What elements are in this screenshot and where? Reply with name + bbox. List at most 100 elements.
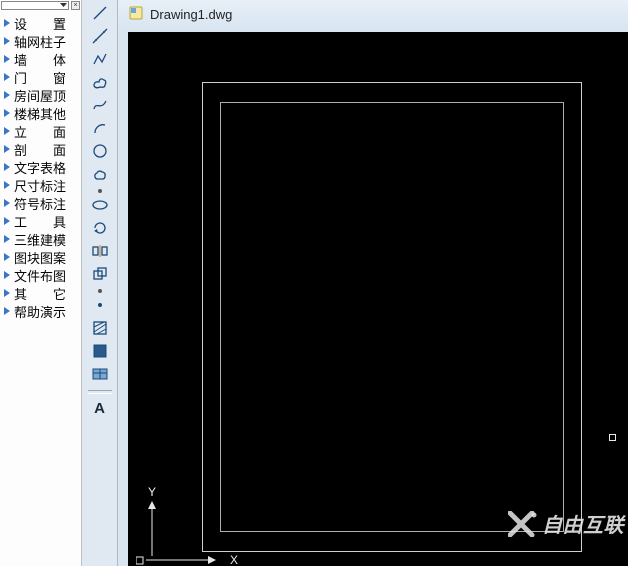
menu-3d-modeling[interactable]: 三维建模 bbox=[0, 230, 81, 248]
menu-help-demo[interactable]: 帮助演示 bbox=[0, 302, 81, 320]
chevron-right-icon bbox=[4, 55, 10, 63]
chevron-right-icon bbox=[4, 199, 10, 207]
watermark-text: 自由互联 bbox=[542, 509, 624, 538]
dwg-file-icon bbox=[128, 5, 144, 24]
panel-close-button[interactable]: × bbox=[71, 1, 80, 10]
arrow-up-icon bbox=[146, 501, 158, 556]
chevron-right-icon bbox=[4, 181, 10, 189]
mirror-icon bbox=[91, 242, 109, 263]
menu-item-label: 三维建模 bbox=[14, 230, 66, 249]
watermark: 自由互联 bbox=[508, 509, 624, 538]
chevron-right-icon bbox=[4, 127, 10, 135]
menu-item-label: 文件布图 bbox=[14, 266, 66, 285]
menu-blocks-patterns[interactable]: 图块图案 bbox=[0, 248, 81, 266]
point-tool[interactable] bbox=[88, 296, 112, 317]
arc-tool[interactable] bbox=[88, 119, 112, 140]
menu-tools[interactable]: 工 具 bbox=[0, 212, 81, 230]
construction-line-tool[interactable] bbox=[88, 27, 112, 48]
mirror-tool[interactable] bbox=[88, 242, 112, 263]
ucs-y-axis: Y bbox=[146, 485, 158, 556]
menu-item-label: 房间屋顶 bbox=[14, 86, 66, 105]
menu-item-label: 墙 体 bbox=[14, 50, 66, 69]
circle-tool[interactable] bbox=[88, 142, 112, 163]
chevron-right-icon bbox=[4, 73, 10, 81]
category-list: 设 置轴网柱子墙 体门 窗房间屋顶楼梯其他立 面剖 面文字表格尺寸标注符号标注工… bbox=[0, 10, 81, 320]
revcloud-icon bbox=[91, 73, 109, 94]
ucs-x-axis: X bbox=[136, 554, 246, 566]
menu-item-label: 工 具 bbox=[14, 212, 66, 231]
panel-header: × bbox=[0, 0, 81, 10]
menu-symbol[interactable]: 符号标注 bbox=[0, 194, 81, 212]
toolbar-separator bbox=[88, 288, 112, 294]
xline-icon bbox=[91, 27, 109, 48]
cloud-icon bbox=[91, 165, 109, 186]
line-icon bbox=[91, 4, 109, 25]
menu-section[interactable]: 剖 面 bbox=[0, 140, 81, 158]
rotate-tool[interactable] bbox=[88, 219, 112, 240]
hatch-icon bbox=[91, 319, 109, 340]
region-tool[interactable] bbox=[88, 342, 112, 363]
main-area: Drawing1.dwg Y X bbox=[118, 0, 628, 566]
menu-walls[interactable]: 墙 体 bbox=[0, 50, 81, 68]
toolbar-separator bbox=[88, 188, 112, 194]
text-tool[interactable]: A bbox=[88, 398, 112, 419]
category-panel: × 设 置轴网柱子墙 体门 窗房间屋顶楼梯其他立 面剖 面文字表格尺寸标注符号标… bbox=[0, 0, 82, 566]
menu-text-table[interactable]: 文字表格 bbox=[0, 158, 81, 176]
menu-item-label: 文字表格 bbox=[14, 158, 66, 177]
chevron-right-icon bbox=[4, 19, 10, 27]
svg-text:X: X bbox=[230, 554, 238, 566]
circle-icon bbox=[91, 142, 109, 163]
menu-file-layout[interactable]: 文件布图 bbox=[0, 266, 81, 284]
polyline-tool[interactable] bbox=[88, 50, 112, 71]
text-icon: A bbox=[94, 401, 105, 416]
menu-item-label: 帮助演示 bbox=[14, 302, 66, 321]
document-tab[interactable]: Drawing1.dwg bbox=[118, 0, 628, 28]
spline-tool[interactable] bbox=[88, 96, 112, 117]
chevron-right-icon bbox=[4, 37, 10, 45]
watermark-x-icon bbox=[508, 511, 538, 537]
menu-item-label: 剖 面 bbox=[14, 140, 66, 159]
chevron-right-icon bbox=[4, 271, 10, 279]
view-cube-handle[interactable] bbox=[609, 434, 616, 441]
menu-stairs-other[interactable]: 楼梯其他 bbox=[0, 104, 81, 122]
menu-settings[interactable]: 设 置 bbox=[0, 14, 81, 32]
copy-icon bbox=[91, 265, 109, 286]
drawing-canvas[interactable]: Y X 自由互联 bbox=[128, 32, 628, 566]
menu-item-label: 立 面 bbox=[14, 122, 66, 141]
menu-item-label: 图块图案 bbox=[14, 248, 66, 267]
category-dropdown[interactable] bbox=[1, 1, 69, 10]
copy-tool[interactable] bbox=[88, 265, 112, 286]
drawing-frame-inner bbox=[220, 102, 564, 532]
menu-item-label: 轴网柱子 bbox=[14, 32, 66, 51]
spline-icon bbox=[91, 96, 109, 117]
table-icon bbox=[91, 365, 109, 386]
rotate-icon bbox=[91, 219, 109, 240]
menu-item-label: 符号标注 bbox=[14, 194, 66, 213]
menu-item-label: 楼梯其他 bbox=[14, 104, 66, 123]
ellipse-tool[interactable] bbox=[88, 196, 112, 217]
ucs-origin-icon: X bbox=[136, 554, 246, 566]
line-tool[interactable] bbox=[88, 4, 112, 25]
menu-axis-grid[interactable]: 轴网柱子 bbox=[0, 32, 81, 50]
draw-toolbar: A bbox=[82, 0, 118, 566]
menu-other[interactable]: 其 它 bbox=[0, 284, 81, 302]
chevron-right-icon bbox=[4, 145, 10, 153]
chevron-right-icon bbox=[4, 253, 10, 261]
menu-elevation[interactable]: 立 面 bbox=[0, 122, 81, 140]
toolbar-divider bbox=[88, 390, 112, 394]
ellipse-icon bbox=[91, 196, 109, 217]
menu-item-label: 设 置 bbox=[14, 14, 66, 33]
region-icon bbox=[91, 342, 109, 363]
hatch-tool[interactable] bbox=[88, 319, 112, 340]
cloud-tool[interactable] bbox=[88, 165, 112, 186]
menu-item-label: 尺寸标注 bbox=[14, 176, 66, 195]
chevron-right-icon bbox=[4, 235, 10, 243]
table-tool[interactable] bbox=[88, 365, 112, 386]
menu-room-roof[interactable]: 房间屋顶 bbox=[0, 86, 81, 104]
menu-dimension[interactable]: 尺寸标注 bbox=[0, 176, 81, 194]
revcloud-tool[interactable] bbox=[88, 73, 112, 94]
menu-item-label: 其 它 bbox=[14, 284, 66, 303]
chevron-right-icon bbox=[4, 217, 10, 225]
menu-item-label: 门 窗 bbox=[14, 68, 66, 87]
menu-doors-windows[interactable]: 门 窗 bbox=[0, 68, 81, 86]
